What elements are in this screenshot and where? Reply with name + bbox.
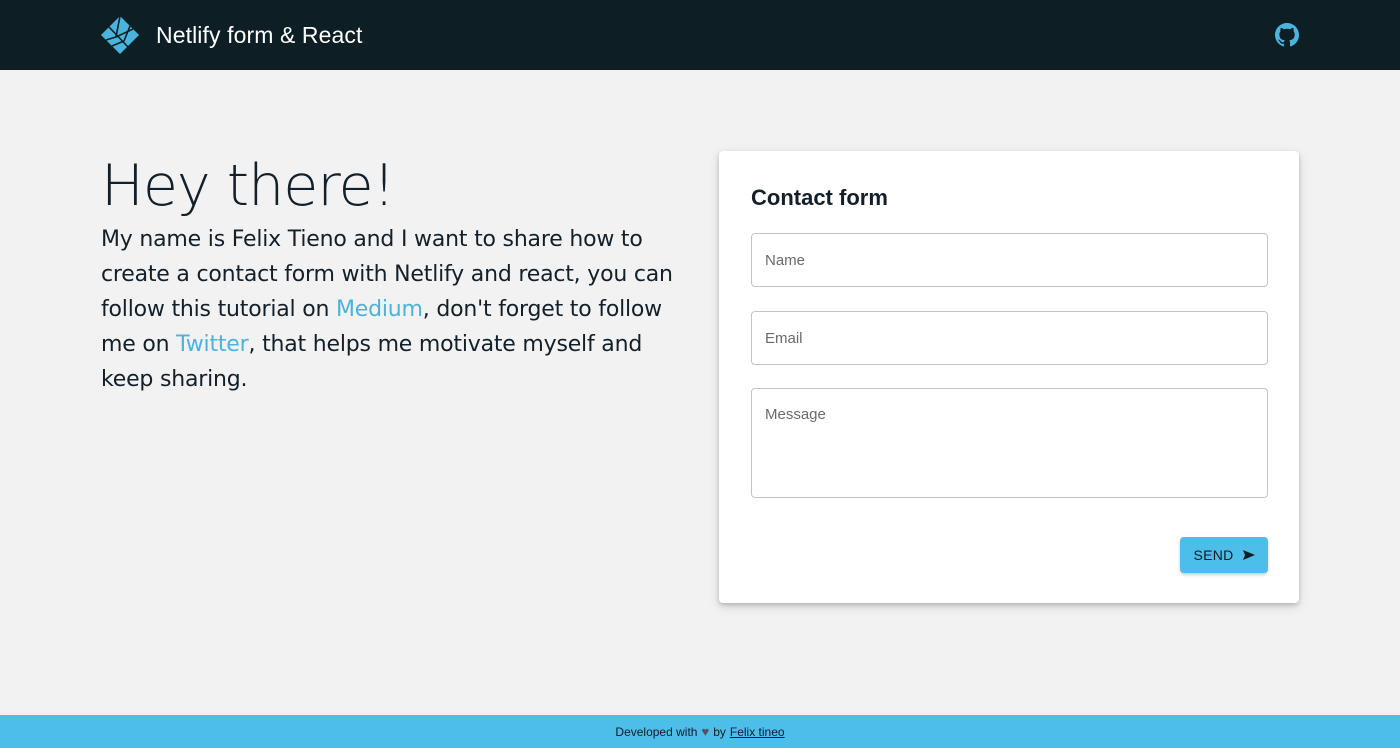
twitter-link[interactable]: Twitter <box>176 332 249 357</box>
contact-form-card: Contact form SEND <box>719 151 1299 603</box>
send-icon <box>1242 550 1255 560</box>
intro-paragraph: My name is Felix Tieno and I want to sha… <box>101 222 691 397</box>
name-input[interactable] <box>751 233 1268 287</box>
netlify-logo-icon <box>101 15 139 54</box>
contact-form-title: Contact form <box>751 185 888 210</box>
app-title: Netlify form & React <box>156 21 363 48</box>
brand: Netlify form & React <box>100 14 363 56</box>
github-icon <box>1275 23 1299 47</box>
intro-heading: Hey there! <box>101 153 395 219</box>
heart-icon: ♥ <box>701 724 710 739</box>
send-button-label: SEND <box>1193 547 1234 563</box>
intro-section: Hey there! My name is Felix Tieno and I … <box>101 152 691 397</box>
github-link[interactable] <box>1272 20 1302 50</box>
email-input[interactable] <box>751 311 1268 365</box>
send-button[interactable]: SEND <box>1180 537 1268 573</box>
message-textarea[interactable] <box>751 388 1268 498</box>
footer-by: by <box>713 724 726 739</box>
footer: Developed with ♥ by Felix tineo <box>0 715 1400 748</box>
author-link[interactable]: Felix tineo <box>730 725 785 739</box>
top-app-bar: Netlify form & React <box>0 0 1400 70</box>
medium-link[interactable]: Medium <box>336 297 423 322</box>
footer-text: Developed with <box>615 724 698 739</box>
